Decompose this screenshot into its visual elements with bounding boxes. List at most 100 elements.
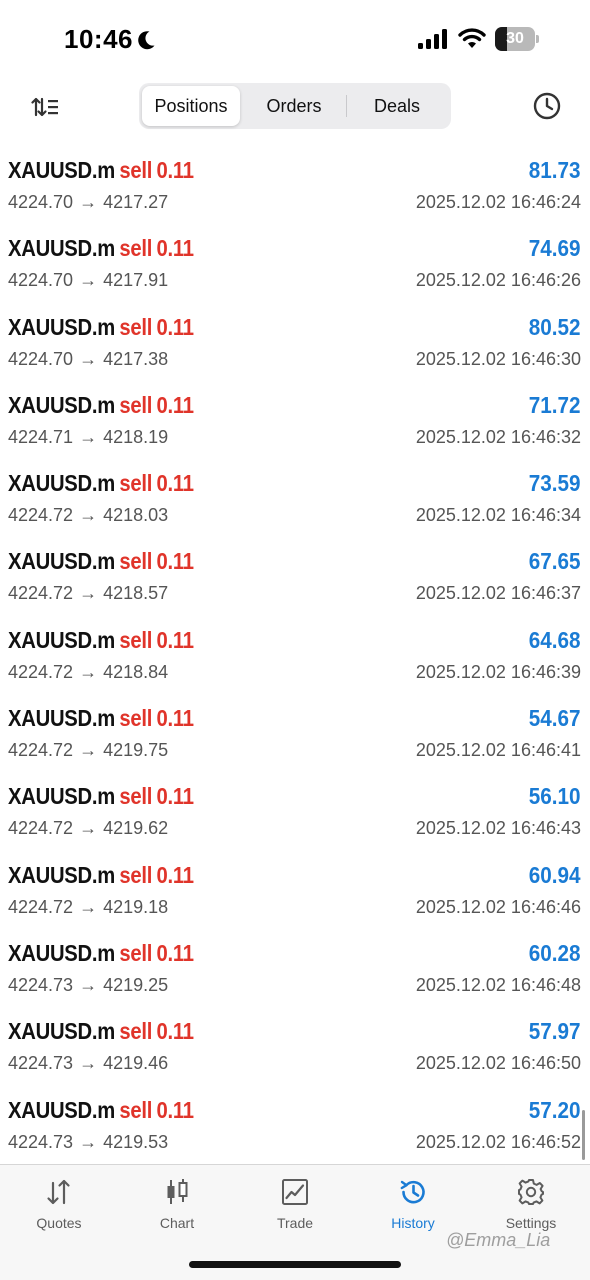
deal-open-price: 4224.70 (8, 192, 74, 212)
deal-prices: 4224.72 → 4219.75 (8, 740, 168, 761)
deal-symbol: XAUUSD.m (8, 548, 115, 575)
deal-type: sell (119, 157, 153, 183)
deal-prices: 4224.72 → 4218.57 (8, 583, 168, 604)
status-bar: 10:46 30 (0, 0, 590, 78)
right-arrow-icon: → (79, 192, 98, 212)
deal-open-price: 4224.72 (8, 583, 74, 604)
battery-icon: 30 (495, 27, 539, 51)
tab-orders[interactable]: Orders (243, 86, 345, 126)
deal-time: 2025.12.02 16:46:34 (415, 505, 581, 526)
deal-type: sell (119, 1018, 153, 1045)
deal-time: 2025.12.02 16:46:30 (415, 348, 581, 369)
deal-profit: 60.94 (529, 861, 581, 888)
deal-profit: 71.72 (529, 391, 581, 418)
right-arrow-icon: → (79, 974, 98, 995)
deal-open-price: 4224.70 (8, 348, 74, 369)
deal-prices: 4224.73 → 4219.46 (8, 1053, 168, 1074)
deal-title: XAUUSD.m sell 0.11 (8, 862, 194, 892)
deal-title: XAUUSD.m sell 0.11 (8, 705, 194, 735)
deal-title: XAUUSD.m sell 0.11 (8, 392, 194, 422)
tab-chart[interactable]: Chart (118, 1177, 236, 1239)
deal-prices: 4224.70 → 4217.27 (8, 192, 168, 213)
deal-row[interactable]: XAUUSD.m sell 0.11 64.68 4224.72 → 4218.84 2… (0, 620, 590, 698)
deal-close-price: 4219.25 (103, 974, 169, 995)
deal-row[interactable]: XAUUSD.m sell 0.11 60.28 4224.73 → 4219.25 2… (0, 933, 590, 1011)
sort-button[interactable] (28, 90, 62, 124)
right-arrow-icon: → (79, 1053, 98, 1074)
deal-symbol: XAUUSD.m (8, 1018, 115, 1045)
period-button[interactable] (530, 89, 564, 123)
tab-deals[interactable]: Deals (347, 86, 447, 126)
deal-profit: 54.67 (529, 705, 581, 732)
deal-close-price: 4219.46 (103, 1053, 169, 1074)
deal-time: 2025.12.02 16:46:43 (415, 818, 581, 839)
deal-open-price: 4224.73 (8, 974, 74, 995)
deal-close-price: 4218.03 (103, 505, 169, 526)
deal-volume: 0.11 (156, 548, 194, 575)
deal-volume: 0.11 (156, 313, 194, 340)
deal-open-price: 4224.71 (8, 426, 74, 447)
deal-row[interactable]: XAUUSD.m sell 0.11 73.59 4224.72 → 4218.03 2… (0, 463, 590, 541)
deal-volume: 0.11 (156, 939, 194, 966)
deal-title: XAUUSD.m sell 0.11 (8, 235, 194, 265)
right-arrow-icon: → (79, 818, 98, 839)
deal-row[interactable]: XAUUSD.m sell 0.11 71.72 4224.71 → 4218.19 2… (0, 385, 590, 463)
deal-row[interactable]: XAUUSD.m sell 0.11 57.20 4224.73 → 4219.53 2… (0, 1090, 590, 1164)
deal-symbol: XAUUSD.m (8, 1096, 115, 1123)
deal-time: 2025.12.02 16:46:46 (415, 896, 581, 917)
tab-label: History (391, 1215, 435, 1231)
deal-symbol: XAUUSD.m (8, 391, 115, 418)
deal-type: sell (119, 705, 153, 732)
deal-profit: 80.52 (529, 313, 581, 340)
deal-prices: 4224.72 → 4219.18 (8, 897, 168, 918)
tab-label: Settings (505, 1215, 557, 1231)
right-arrow-icon: → (79, 1131, 98, 1152)
deal-row[interactable]: XAUUSD.m sell 0.11 67.65 4224.72 → 4218.57 2… (0, 541, 590, 619)
deal-row[interactable]: XAUUSD.m sell 0.11 81.73 4224.70 → 4217.27 2… (0, 150, 590, 228)
deal-row[interactable]: XAUUSD.m sell 0.11 57.97 4224.73 → 4219.46 2… (0, 1011, 590, 1089)
tab-trade[interactable]: Trade (236, 1177, 354, 1239)
deal-volume: 0.11 (156, 1018, 194, 1045)
deal-time: 2025.12.02 16:46:41 (415, 740, 581, 761)
deal-type: sell (119, 783, 153, 810)
home-indicator (189, 1261, 401, 1268)
deal-volume: 0.11 (156, 235, 194, 262)
history-header: Positions Orders Deals (0, 78, 590, 136)
deal-close-price: 4218.84 (103, 661, 169, 682)
deal-title: XAUUSD.m sell 0.11 (8, 314, 194, 344)
deal-prices: 4224.72 → 4219.62 (8, 818, 168, 839)
deal-title: XAUUSD.m sell 0.11 (8, 157, 194, 187)
right-arrow-icon: → (79, 270, 98, 291)
deal-close-price: 4219.53 (103, 1131, 169, 1152)
moon-icon (138, 31, 155, 50)
deal-symbol: XAUUSD.m (8, 783, 115, 810)
deal-prices: 4224.72 → 4218.84 (8, 662, 168, 683)
deal-volume: 0.11 (156, 626, 194, 653)
deal-volume: 0.11 (156, 705, 194, 732)
deal-row[interactable]: XAUUSD.m sell 0.11 74.69 4224.70 → 4217.91 2… (0, 228, 590, 306)
deal-row[interactable]: XAUUSD.m sell 0.11 80.52 4224.70 → 4217.38 2… (0, 307, 590, 385)
tab-positions[interactable]: Positions (142, 86, 240, 126)
trade-line-chart-icon (282, 1179, 308, 1205)
deal-close-price: 4217.27 (103, 192, 169, 212)
deal-type: sell (119, 391, 153, 418)
deal-volume: 0.11 (156, 391, 194, 418)
deal-open-price: 4224.72 (8, 505, 74, 526)
deal-list[interactable]: XAUUSD.m sell 0.11 81.73 4224.70 → 4217.27 2… (0, 150, 590, 1164)
deal-open-price: 4224.72 (8, 818, 74, 839)
deal-profit: 57.97 (529, 1018, 581, 1045)
deal-prices: 4224.72 → 4218.03 (8, 505, 168, 526)
deal-type: sell (119, 548, 153, 575)
scroll-indicator[interactable] (582, 1110, 585, 1160)
deal-type: sell (119, 939, 153, 966)
deal-row[interactable]: XAUUSD.m sell 0.11 54.67 4224.72 → 4219.75 2… (0, 698, 590, 776)
tab-label: Quotes (36, 1215, 82, 1231)
tab-quotes[interactable]: Quotes (0, 1177, 118, 1239)
deal-time: 2025.12.02 16:46:52 (415, 1131, 581, 1152)
deal-volume: 0.11 (156, 1096, 194, 1123)
deal-row[interactable]: XAUUSD.m sell 0.11 56.10 4224.72 → 4219.62 2… (0, 776, 590, 854)
deal-row[interactable]: XAUUSD.m sell 0.11 60.94 4224.72 → 4219.18 2… (0, 855, 590, 933)
deal-type: sell (119, 235, 153, 262)
deal-time: 2025.12.02 16:46:32 (415, 426, 581, 447)
deal-type: sell (119, 470, 153, 497)
